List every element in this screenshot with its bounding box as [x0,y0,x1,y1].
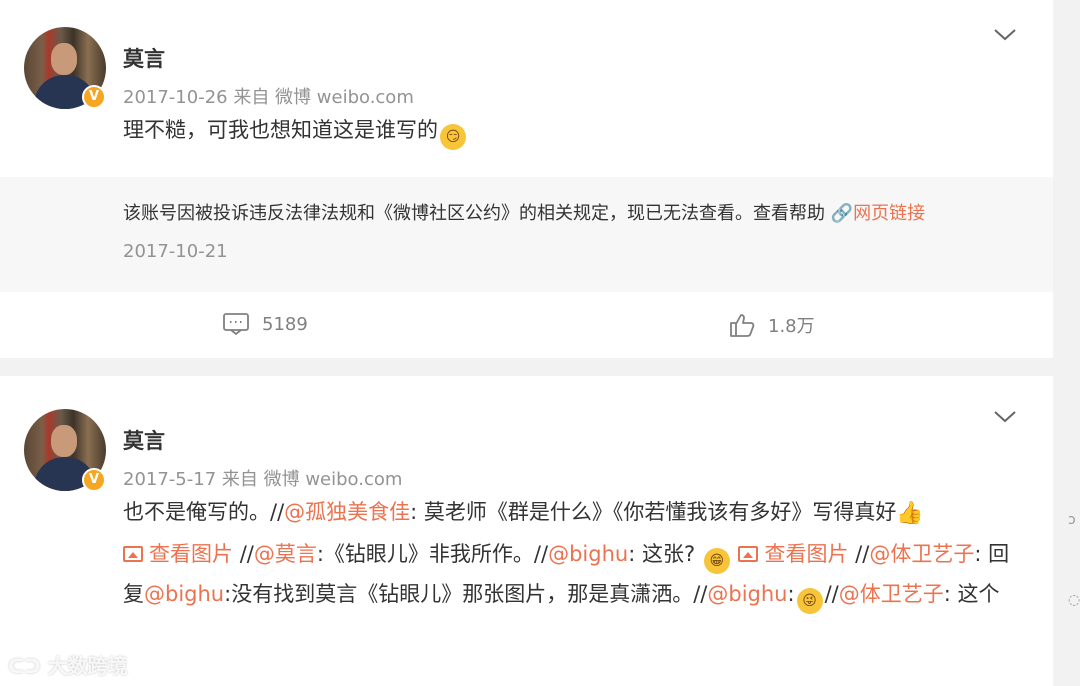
author-name[interactable]: 莫言 [123,425,165,455]
chevron-down-icon[interactable] [992,408,1018,426]
mention-link[interactable]: @莫言 [254,542,317,566]
like-icon [730,314,755,337]
text-segment: : 莫老师《群是什么》《你若懂我该有多好》写得真好 [410,500,897,524]
comment-count: 5189 [262,313,308,335]
side-icon: ◌ [1068,592,1080,608]
post-text-main: 理不糙，可我也想知道这是谁写的 [123,118,438,142]
image-icon [738,546,759,562]
weibo-post-card: V 莫言 2017-10-26 来自 微博 weibo.com 理不糙，可我也想… [0,0,1053,358]
web-link[interactable]: 🔗网页链接 [831,203,925,224]
mention-link[interactable]: @孤独美食佳 [284,500,410,524]
view-image-link[interactable]: 查看图片 [123,542,233,566]
post-text: 理不糙，可我也想知道这是谁写的 😏 [123,110,1021,150]
text-segment: // [855,542,870,566]
text-segment: : 这张? [628,542,696,566]
comment-button[interactable]: 5189 [222,312,308,336]
mention-link[interactable]: @bighu [144,582,224,606]
author-name[interactable]: 莫言 [123,43,165,73]
text-segment: // [824,582,839,606]
watermark: ᑕᑐ 大数跨境 [8,650,128,679]
post-meta: 2017-10-26 来自 微博 weibo.com [123,87,414,108]
mention-link[interactable]: @体卫艺子 [869,542,974,566]
view-image-link[interactable]: 查看图片 [738,542,848,566]
view-image-label: 查看图片 [764,542,849,566]
text-segment: :《钻眼儿》非我所作。// [316,542,549,566]
post-text: 也不是俺写的。//@孤独美食佳: 莫老师《群是什么》《你若懂我该有多好》写得真好… [123,492,1021,614]
like-button[interactable]: 1.8万 [728,312,815,338]
retweet-notice: 该账号因被投诉违反法律法规和《微博社区公约》的相关规定，现已无法查看。查看帮助 … [123,199,925,225]
weibo-post-card: V 莫言 2017-5-17 来自 微博 weibo.com 也不是俺写的。//… [0,376,1053,686]
right-gutter [1053,0,1080,686]
grin-emoji: 😁 [703,548,730,574]
link-icon: 🔗 [830,203,854,224]
text-segment: 也不是俺写的。// [123,500,285,524]
post-meta: 2017-5-17 来自 微博 weibo.com [123,469,403,490]
watermark-logo-icon: ᑕᑐ [8,654,48,678]
retweet-notice-text: 该账号因被投诉违反法律法规和《微博社区公约》的相关规定，现已无法查看。查看帮助 [123,203,825,224]
retweet-date: 2017-10-21 [123,241,228,262]
emoji: 😏 [440,124,466,150]
retweet-block: 该账号因被投诉违反法律法规和《微博社区公约》的相关规定，现已无法查看。查看帮助 … [0,177,1053,292]
like-count: 1.8万 [768,316,815,337]
view-image-label: 查看图片 [149,542,233,566]
text-segment: // [239,542,254,566]
text-segment: :没有找到莫言《钻眼儿》那张图片，那是真潇洒。// [224,582,708,606]
text-segment: : 这个 [943,582,1000,606]
mention-link[interactable]: @bighu [707,582,787,606]
chevron-down-icon[interactable] [992,26,1018,44]
wink-emoji: 😜 [796,588,823,614]
mention-link[interactable]: @bighu [548,542,628,566]
mention-link[interactable]: @体卫艺子 [839,582,944,606]
text-segment: : [787,582,795,606]
comment-icon [223,313,249,336]
image-icon [123,546,143,562]
watermark-text: 大数跨境 [47,654,128,678]
thumbs-up-emoji: 👍 [896,501,924,526]
side-icon: ↄ [1068,512,1076,528]
verified-badge-icon: V [82,85,106,109]
verified-badge-icon: V [82,468,106,492]
web-link-label: 网页链接 [853,203,926,224]
